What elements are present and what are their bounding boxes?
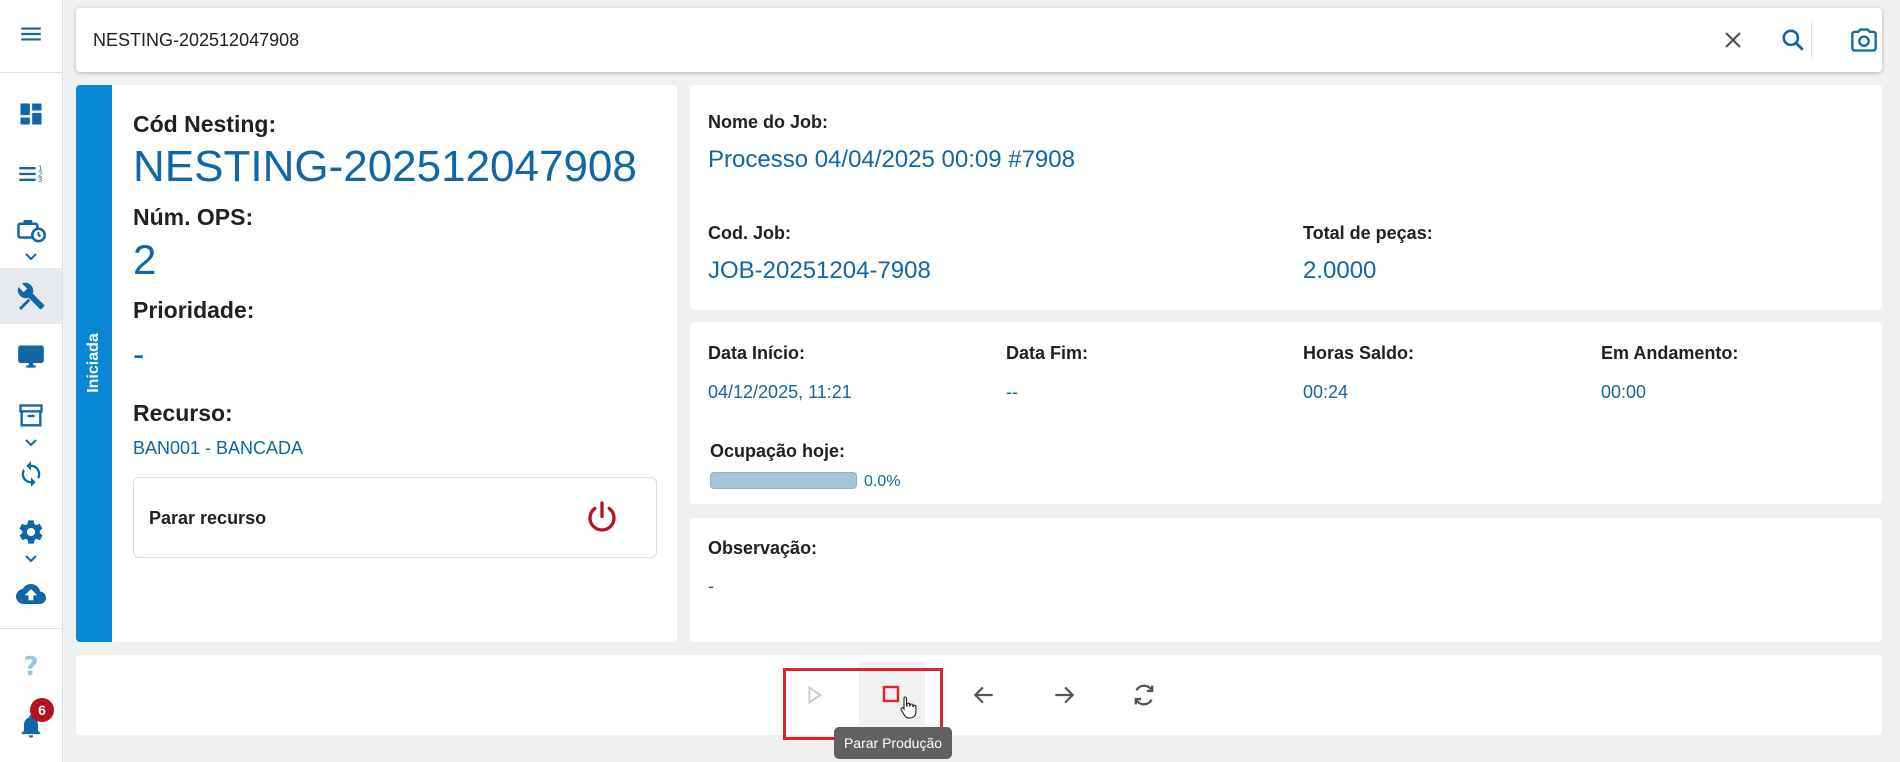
sidebar-item-settings[interactable] (0, 508, 62, 566)
arrow-left-icon (973, 686, 993, 704)
list-numbered-icon: 123 (19, 165, 42, 184)
menu-icon (21, 27, 41, 41)
search-button[interactable] (1773, 20, 1813, 60)
arrow-right-icon (1055, 686, 1075, 704)
observacao-card (690, 518, 1882, 642)
sidebar-item-tools[interactable] (0, 268, 62, 324)
refresh-button[interactable] (1111, 662, 1177, 728)
prioridade-value: - (133, 336, 145, 374)
monitor-icon (18, 345, 44, 368)
num-ops-value: 2 (133, 236, 157, 283)
tools-icon (17, 282, 45, 310)
sidebar-item-archive[interactable] (0, 392, 62, 450)
archive-box-icon (19, 404, 43, 427)
sidebar-item-jobs[interactable] (0, 206, 62, 264)
observacao-value: - (708, 576, 714, 596)
sidebar-item-upload[interactable] (0, 568, 62, 620)
data-inicio-value: 04/12/2025, 11:21 (708, 382, 852, 402)
close-icon (1725, 32, 1741, 48)
em-andamento-value: 00:00 (1601, 382, 1647, 402)
power-button[interactable] (582, 498, 622, 538)
svg-text:?: ? (23, 652, 38, 680)
power-icon (588, 501, 616, 532)
observacao-label: Observação: (708, 538, 818, 558)
notification-badge: 6 (30, 698, 54, 722)
chevron-down-icon (25, 439, 37, 447)
refresh-icon (1134, 684, 1154, 706)
parar-recurso-box[interactable]: Parar recurso (133, 477, 657, 558)
ocupacao-label: Ocupação hoje: (710, 441, 846, 461)
sidebar-item-dashboard[interactable] (0, 88, 62, 140)
next-button[interactable] (1031, 662, 1097, 728)
help-button[interactable]: ? (0, 640, 62, 692)
svg-text:3: 3 (38, 176, 42, 184)
sidebar-item-list[interactable]: 123 (0, 148, 62, 200)
ocupacao-progress-bar (710, 472, 857, 489)
camera-button[interactable] (1844, 20, 1884, 60)
cod-job-label: Cod. Job: (708, 223, 791, 243)
recurso-value: BAN001 - BANCADA (133, 438, 304, 458)
data-fim-label: Data Fim: (1006, 343, 1089, 363)
camera-icon (1851, 28, 1877, 52)
sidebar-item-monitor[interactable] (0, 330, 62, 382)
sidebar-item-sync[interactable] (0, 448, 62, 500)
help-icon: ? (23, 652, 38, 680)
cod-job-value: JOB-20251204-7908 (708, 257, 931, 284)
cod-nesting-value: NESTING-202512047908 (133, 142, 637, 191)
cloud-upload-icon (16, 584, 46, 604)
dashboard-icon (20, 103, 42, 125)
gear-icon (19, 520, 43, 544)
nome-job-label: Nome do Job: (708, 112, 828, 132)
nome-job-value: Processo 04/04/2025 00:09 #7908 (708, 146, 1075, 173)
prioridade-label: Prioridade: (133, 297, 255, 323)
clear-search-button[interactable] (1713, 20, 1753, 60)
horas-saldo-value: 00:24 (1303, 382, 1349, 402)
recurso-label: Recurso: (133, 400, 233, 426)
search-bar (76, 8, 1882, 72)
chevron-down-icon (25, 253, 37, 261)
parar-recurso-label: Parar recurso (149, 508, 267, 528)
data-fim-value: -- (1006, 382, 1018, 402)
briefcase-clock-icon (17, 220, 46, 243)
horas-saldo-label: Horas Saldo: (1303, 343, 1415, 363)
cod-nesting-label: Cód Nesting: (133, 111, 277, 137)
num-ops-label: Núm. OPS: (133, 204, 254, 230)
sync-icon (21, 461, 41, 487)
sidebar: 123 ? 6 (0, 0, 63, 762)
menu-button[interactable] (0, 8, 62, 60)
status-label: Iniciada (85, 333, 102, 393)
previous-button[interactable] (951, 662, 1017, 728)
em-andamento-label: Em Andamento: (1601, 343, 1739, 363)
search-icon (1782, 29, 1804, 51)
chevron-down-icon (25, 555, 37, 563)
total-pecas-value: 2.0000 (1303, 257, 1377, 284)
ocupacao-value: 0.0% (864, 473, 901, 490)
stop-production-tooltip: Parar Produção (834, 727, 952, 759)
total-pecas-label: Total de peças: (1303, 223, 1433, 243)
search-input[interactable] (93, 22, 1653, 58)
data-inicio-label: Data Início: (708, 343, 806, 363)
